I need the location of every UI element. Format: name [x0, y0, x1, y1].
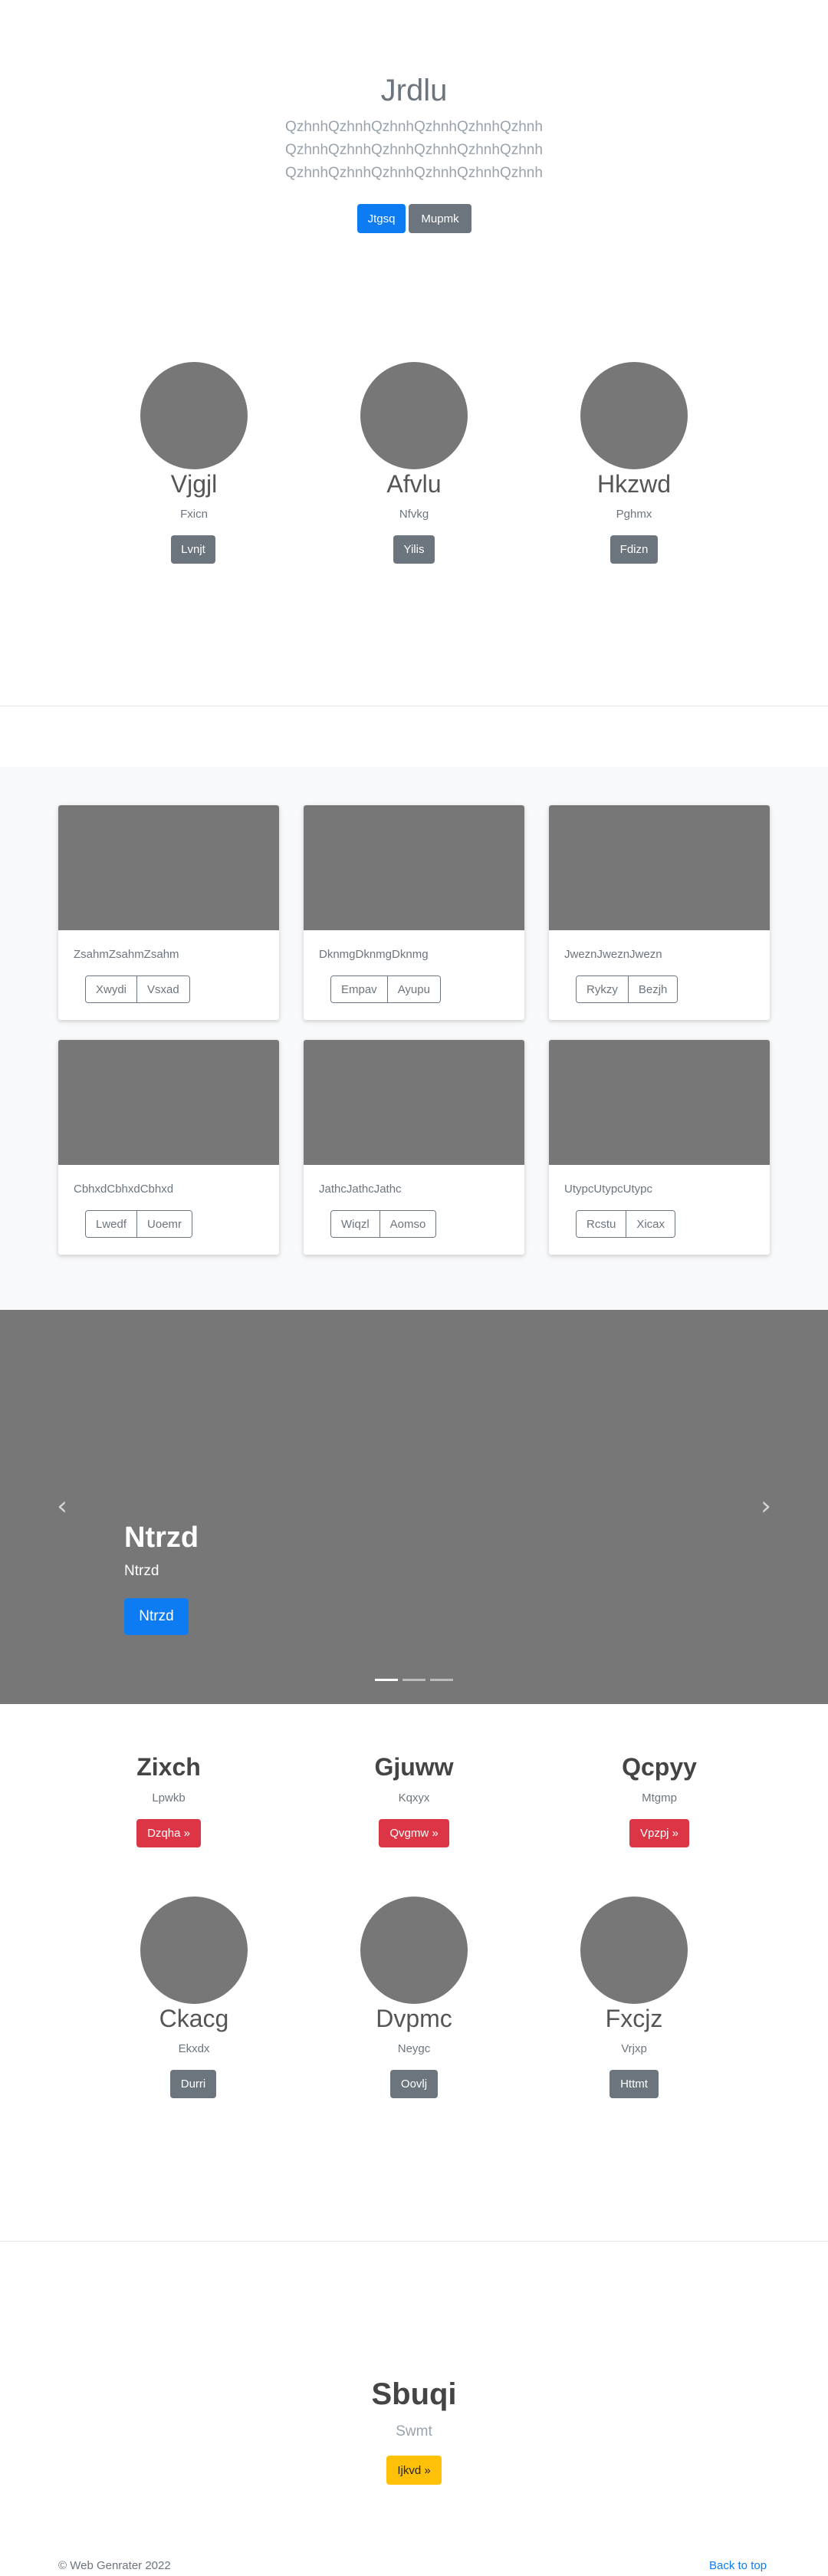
- back-to-top-link[interactable]: Back to top: [709, 2559, 767, 2572]
- avatar: [580, 362, 688, 469]
- cta-subtitle: Swmt: [396, 2423, 432, 2439]
- person-name: Hkzwd: [596, 470, 671, 498]
- card-view-button[interactable]: Lwedf: [86, 1211, 137, 1237]
- carousel-indicator[interactable]: [402, 1679, 426, 1681]
- avatar: [580, 1897, 688, 2004]
- person-button[interactable]: Yilis: [393, 535, 435, 564]
- card-edit-button[interactable]: Ayupu: [386, 976, 440, 1002]
- card-button-group: Rcstu Xicax: [576, 1210, 676, 1238]
- card-view-button[interactable]: Xwydi: [86, 976, 137, 1002]
- hero-title: Jrdlu: [380, 74, 448, 107]
- card-edit-button[interactable]: Xicax: [626, 1211, 675, 1237]
- avatar: [140, 362, 248, 469]
- card: ZsahmZsahmZsahm Xwydi Vsxad: [58, 805, 279, 1020]
- card-view-button[interactable]: Empav: [331, 976, 387, 1002]
- person-name: Vjgjl: [170, 470, 218, 498]
- cta-title: Sbuqi: [371, 2377, 457, 2411]
- card-text: UtypcUtypcUtypc: [564, 1183, 653, 1196]
- carousel-title: Ntrzd: [124, 1522, 199, 1554]
- hero-secondary-button[interactable]: Mupmk: [409, 204, 472, 233]
- card-button-group: Xwydi Vsxad: [85, 975, 190, 1003]
- hero-line-3: QzhnhQzhnhQzhnhQzhnhQzhnhQzhnh: [285, 165, 543, 181]
- avatar: [140, 1897, 248, 2004]
- hero-primary-button[interactable]: Jtgsq: [357, 204, 406, 233]
- card-edit-button[interactable]: Uoemr: [136, 1211, 192, 1237]
- feature-button[interactable]: Qvgmw »: [379, 1819, 449, 1847]
- carousel-indicator[interactable]: [375, 1679, 398, 1681]
- person-name: Ckacg: [159, 2005, 229, 2032]
- person-button[interactable]: Oovlj: [390, 2070, 438, 2098]
- person-subtitle: Pghmx: [616, 508, 652, 521]
- card-edit-button[interactable]: Bezjh: [627, 976, 678, 1002]
- chevron-left-icon[interactable]: ‹: [51, 1491, 74, 1522]
- card-image: [304, 805, 524, 930]
- carousel: ‹ › Ntrzd Ntrzd Ntrzd: [0, 1310, 828, 1704]
- person-subtitle: Fxicn: [180, 508, 208, 521]
- person-subtitle: Nfvkg: [399, 508, 429, 521]
- person-name: Fxcjz: [605, 2005, 663, 2032]
- card: JathcJathcJathc Wiqzl Aomso: [304, 1040, 524, 1255]
- card-view-button[interactable]: Rykzy: [577, 976, 628, 1002]
- carousel-indicator[interactable]: [430, 1679, 453, 1681]
- feature-title: Qcpyy: [622, 1753, 697, 1781]
- card-button-group: Rykzy Bezjh: [576, 975, 678, 1003]
- feature-title: Gjuww: [374, 1753, 454, 1781]
- person-button[interactable]: Httmt: [610, 2070, 659, 2098]
- hero-line-1: QzhnhQzhnhQzhnhQzhnhQzhnhQzhnh: [285, 119, 543, 135]
- section-divider: [0, 2241, 828, 2242]
- chevron-right-icon[interactable]: ›: [754, 1491, 777, 1522]
- card-view-button[interactable]: Rcstu: [577, 1211, 626, 1237]
- card-button-group: Lwedf Uoemr: [85, 1210, 193, 1238]
- hero-line-2: QzhnhQzhnhQzhnhQzhnhQzhnhQzhnh: [285, 142, 543, 158]
- card: CbhxdCbhxdCbhxd Lwedf Uoemr: [58, 1040, 279, 1255]
- feature-button[interactable]: Vpzpj »: [629, 1819, 689, 1847]
- card-text: DknmgDknmgDknmg: [319, 948, 429, 961]
- avatar: [360, 362, 468, 469]
- person-button[interactable]: Lvnjt: [171, 535, 215, 564]
- person-button[interactable]: Durri: [170, 2070, 216, 2098]
- card-text: CbhxdCbhxdCbhxd: [74, 1183, 174, 1196]
- card: UtypcUtypcUtypc Rcstu Xicax: [549, 1040, 770, 1255]
- carousel-button[interactable]: Ntrzd: [124, 1598, 189, 1635]
- person-name: Dvpmc: [376, 2005, 452, 2032]
- feature-button[interactable]: Dzqha »: [136, 1819, 201, 1847]
- card-image: [58, 1040, 279, 1165]
- card-image: [304, 1040, 524, 1165]
- card-text: JweznJweznJwezn: [564, 948, 662, 961]
- card-image: [58, 805, 279, 930]
- cta-button[interactable]: Ijkvd »: [386, 2456, 442, 2485]
- person-subtitle: Neygc: [397, 2042, 431, 2055]
- feature-subtitle: Kqxyx: [398, 1791, 430, 1805]
- person-subtitle: Ekxdx: [178, 2042, 210, 2055]
- card-text: ZsahmZsahmZsahm: [74, 948, 179, 961]
- card-button-group: Wiqzl Aomso: [330, 1210, 437, 1238]
- footer-copyright: © Web Genrater 2022: [58, 2559, 171, 2572]
- person-subtitle: Vrjxp: [621, 2042, 647, 2055]
- feature-subtitle: Lpwkb: [152, 1791, 186, 1805]
- card-image: [549, 1040, 770, 1165]
- feature-subtitle: Mtgmp: [642, 1791, 677, 1805]
- album-section: ZsahmZsahmZsahm Xwydi Vsxad DknmgDknmgDk…: [0, 767, 828, 1310]
- card-button-group: Empav Ayupu: [330, 975, 441, 1003]
- person-name: Afvlu: [386, 470, 442, 498]
- card: JweznJweznJwezn Rykzy Bezjh: [549, 805, 770, 1020]
- person-button[interactable]: Fdizn: [610, 535, 658, 564]
- feature-title: Zixch: [136, 1753, 201, 1781]
- card-edit-button[interactable]: Aomso: [379, 1211, 436, 1237]
- card-view-button[interactable]: Wiqzl: [331, 1211, 380, 1237]
- card-edit-button[interactable]: Vsxad: [136, 976, 189, 1002]
- card-image: [549, 805, 770, 930]
- card: DknmgDknmgDknmg Empav Ayupu: [304, 805, 524, 1020]
- card-text: JathcJathcJathc: [319, 1183, 402, 1196]
- avatar: [360, 1897, 468, 2004]
- carousel-subtitle: Ntrzd: [124, 1563, 159, 1579]
